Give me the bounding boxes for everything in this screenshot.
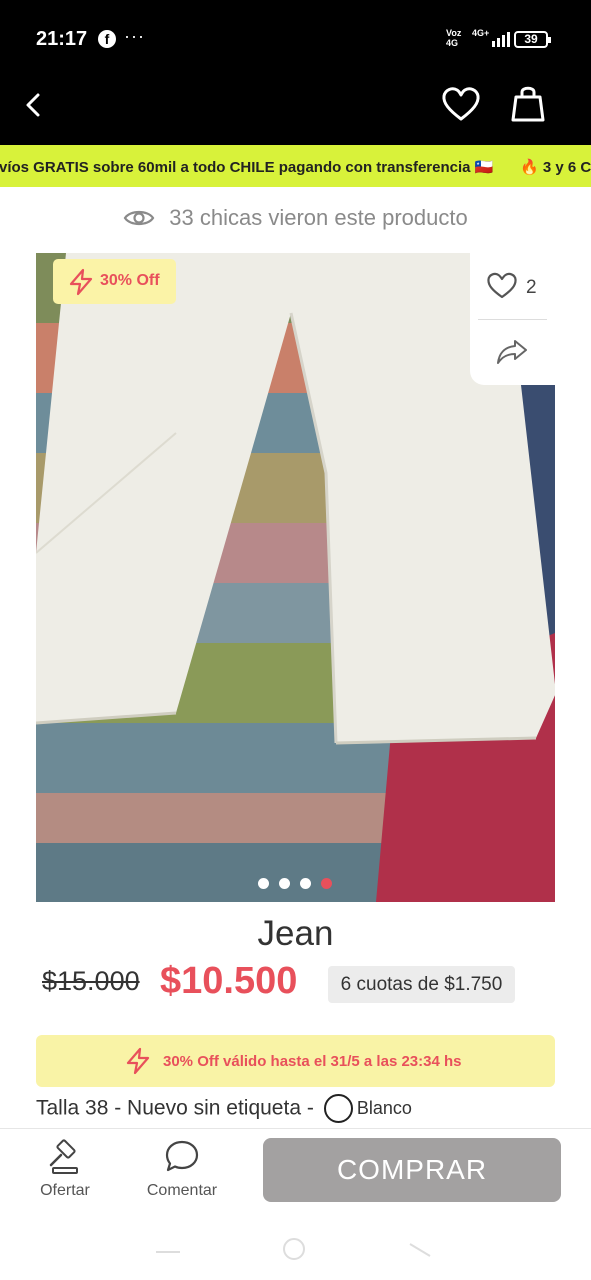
gavel-icon xyxy=(49,1139,78,1174)
size-condition: Talla 38 - Nuevo sin etiqueta - xyxy=(36,1096,314,1120)
speech-bubble-icon xyxy=(165,1140,199,1172)
facebook-icon: f xyxy=(98,30,116,48)
battery-icon: 39 xyxy=(514,31,551,48)
network-voz: Voz xyxy=(446,28,462,38)
comment-button-label: Comentar xyxy=(146,1182,218,1199)
product-details: Talla 38 - Nuevo sin etiqueta - Blanco xyxy=(36,1094,412,1123)
pager-dot[interactable] xyxy=(300,878,311,889)
discount-badge-label: 30% Off xyxy=(100,272,160,289)
network-label: Voz 4G xyxy=(446,28,461,48)
more-notifications-icon: ··· xyxy=(124,26,145,46)
offer-validity-text: 30% Off válido hasta el 31/5 a las 23:34… xyxy=(163,1053,462,1070)
promo-text-next: 🔥 3 y 6 CU xyxy=(520,159,591,176)
back-icon[interactable] xyxy=(22,92,46,118)
promo-text: víos GRATIS sobre 60mil a todo CHILE pag… xyxy=(0,159,494,176)
comment-button[interactable]: Comentar xyxy=(143,1139,221,1200)
offer-button[interactable]: Ofertar xyxy=(30,1139,100,1200)
status-bar: 21:17 f ··· Voz 4G 4G+ 39 xyxy=(0,0,591,78)
recent-apps-icon[interactable] xyxy=(154,1244,182,1254)
color-swatch xyxy=(323,1094,353,1123)
installments-badge: 6 cuotas de $1.750 xyxy=(328,966,515,1003)
network-4g-plus: 4G+ xyxy=(472,28,490,38)
like-heart-icon[interactable] xyxy=(486,271,518,299)
current-price: $10.500 xyxy=(160,960,298,1002)
like-count: 2 xyxy=(526,277,537,298)
discount-badge: 30% Off xyxy=(53,259,176,304)
pager-dot[interactable] xyxy=(279,878,290,889)
lightning-icon xyxy=(69,268,93,296)
viewers-count: 33 chicas vieron este producto xyxy=(0,204,591,231)
offer-button-label: Ofertar xyxy=(40,1182,90,1199)
divider xyxy=(478,319,547,320)
image-pager[interactable] xyxy=(258,876,342,889)
app-bar xyxy=(0,78,591,145)
favorite-heart-icon[interactable] xyxy=(441,86,481,122)
signal-icon xyxy=(488,31,510,47)
color-name: Blanco xyxy=(356,1098,412,1118)
shopping-bag-icon[interactable] xyxy=(511,83,545,123)
bottom-action-bar: Ofertar Comentar COMPRAR xyxy=(0,1128,591,1214)
image-side-actions: 2 xyxy=(470,253,555,385)
promo-banner[interactable]: víos GRATIS sobre 60mil a todo CHILE pag… xyxy=(0,145,591,187)
back-nav-icon[interactable] xyxy=(408,1242,432,1258)
network-4g: 4G xyxy=(446,38,459,48)
pager-dot[interactable] xyxy=(258,878,269,889)
home-icon[interactable] xyxy=(281,1236,307,1262)
share-icon[interactable] xyxy=(496,339,528,365)
offer-validity-banner: 30% Off válido hasta el 31/5 a las 23:34… xyxy=(36,1035,555,1087)
viewers-text: 33 chicas vieron este producto xyxy=(169,205,468,231)
system-nav-bar xyxy=(0,1214,591,1280)
product-title: Jean xyxy=(257,914,334,953)
pager-dot-active[interactable] xyxy=(321,878,332,889)
buy-button[interactable]: COMPRAR xyxy=(263,1138,561,1202)
status-time: 21:17 xyxy=(36,28,88,50)
old-price: $15.000 xyxy=(42,966,140,996)
eye-icon xyxy=(123,211,155,226)
lightning-icon xyxy=(126,1047,150,1075)
